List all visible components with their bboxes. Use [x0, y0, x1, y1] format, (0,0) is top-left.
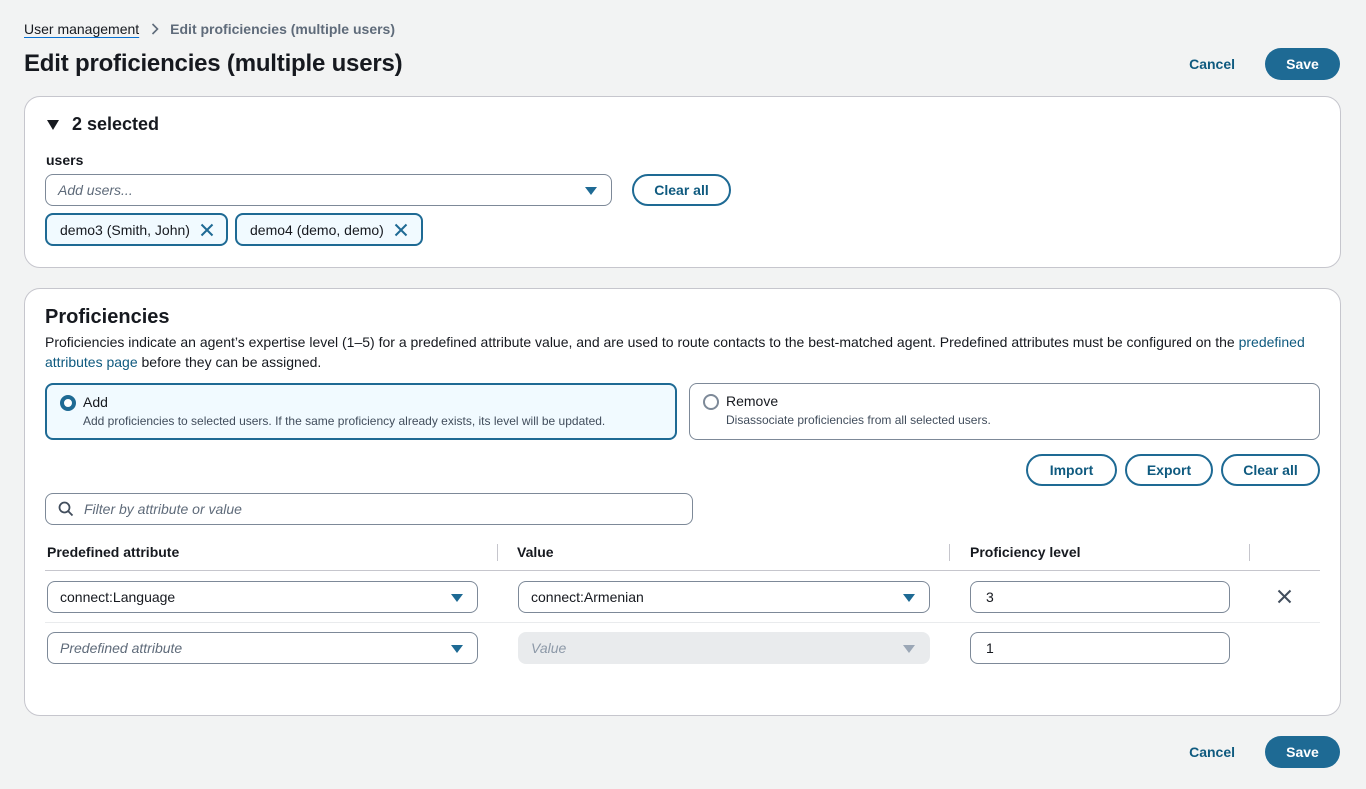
export-button[interactable]: Export	[1125, 454, 1213, 486]
user-token-label: demo4 (demo, demo)	[250, 221, 384, 238]
value-select[interactable]: connect:Armenian	[518, 581, 930, 613]
column-divider	[949, 544, 950, 561]
proficiencies-description: Proficiencies indicate an agent’s expert…	[45, 332, 1315, 372]
selected-users-toggle[interactable]: 2 selected	[47, 114, 159, 135]
proficiency-level-input[interactable]: 3	[970, 581, 1230, 613]
selected-count: 2 selected	[72, 114, 160, 134]
remove-radio[interactable]	[703, 394, 719, 410]
import-button[interactable]: Import	[1026, 454, 1117, 486]
value-select: Value	[518, 632, 930, 664]
save-button[interactable]: Save	[1265, 736, 1340, 768]
column-header-attribute: Predefined attribute	[47, 544, 180, 560]
proficiency-level-input[interactable]: 1	[970, 632, 1230, 664]
clear-all-proficiencies-button[interactable]: Clear all	[1221, 454, 1320, 486]
table-header-divider	[45, 570, 1320, 571]
filter-input[interactable]: Filter by attribute or value	[45, 493, 693, 525]
user-token: demo4 (demo, demo)	[235, 213, 423, 246]
user-token: demo3 (Smith, John)	[45, 213, 228, 246]
remove-option-description: Disassociate proficiencies from all sele…	[726, 413, 991, 427]
dropdown-arrow-icon	[903, 645, 915, 653]
row-divider	[45, 622, 1320, 623]
cancel-button[interactable]: Cancel	[1189, 744, 1235, 760]
clear-all-users-button[interactable]: Clear all	[632, 174, 731, 206]
description-tail: before they can be assigned.	[141, 354, 322, 370]
add-users-placeholder: Add users...	[58, 182, 133, 198]
cancel-button[interactable]: Cancel	[1189, 56, 1235, 72]
dropdown-arrow-icon	[451, 645, 463, 653]
dropdown-arrow-icon	[903, 594, 915, 602]
breadcrumb-current: Edit proficiencies (multiple users)	[170, 21, 395, 37]
remove-option-card[interactable]: Remove Disassociate proficiencies from a…	[689, 383, 1320, 440]
column-divider	[1249, 544, 1250, 561]
search-icon	[58, 501, 74, 517]
proficiencies-title: Proficiencies	[45, 306, 170, 328]
attribute-select[interactable]: Predefined attribute	[47, 632, 478, 664]
add-option-card[interactable]: Add Add proficiencies to selected users.…	[45, 383, 677, 440]
value-placeholder: Value	[531, 640, 567, 656]
chevron-right-icon	[151, 23, 159, 35]
users-label: users	[46, 152, 84, 168]
close-icon[interactable]	[1277, 589, 1292, 604]
footer-actions: Cancel Save	[1189, 736, 1340, 768]
filter-placeholder: Filter by attribute or value	[84, 501, 242, 517]
proficiencies-panel: Proficiencies Proficiencies indicate an …	[24, 288, 1341, 716]
add-radio[interactable]	[60, 395, 76, 411]
page-title: Edit proficiencies (multiple users)	[24, 50, 403, 77]
remove-option-title: Remove	[726, 393, 779, 409]
proficiency-actions: Import Export Clear all	[1026, 454, 1320, 486]
save-button[interactable]: Save	[1265, 48, 1340, 80]
attribute-placeholder: Predefined attribute	[60, 640, 183, 656]
value-value: connect:Armenian	[531, 589, 644, 605]
close-icon[interactable]	[200, 223, 214, 237]
dropdown-arrow-icon	[451, 594, 463, 602]
selected-users-panel: 2 selected users Add users... Clear all …	[24, 96, 1341, 268]
user-token-label: demo3 (Smith, John)	[60, 221, 190, 238]
description-text: Proficiencies indicate an agent’s expert…	[45, 334, 1235, 350]
breadcrumb: User management Edit proficiencies (mult…	[24, 21, 395, 37]
column-header-value: Value	[517, 544, 554, 560]
attribute-value: connect:Language	[60, 589, 176, 605]
caret-down-icon	[47, 119, 59, 130]
add-option-title: Add	[83, 394, 108, 410]
close-icon[interactable]	[394, 223, 408, 237]
header-actions: Cancel Save	[1189, 48, 1340, 80]
attribute-select[interactable]: connect:Language	[47, 581, 478, 613]
add-option-description: Add proficiencies to selected users. If …	[83, 414, 606, 428]
column-divider	[497, 544, 498, 561]
add-users-select[interactable]: Add users...	[45, 174, 612, 206]
breadcrumb-user-management-link[interactable]: User management	[24, 21, 139, 37]
column-header-level: Proficiency level	[970, 544, 1081, 560]
dropdown-arrow-icon	[585, 187, 597, 195]
